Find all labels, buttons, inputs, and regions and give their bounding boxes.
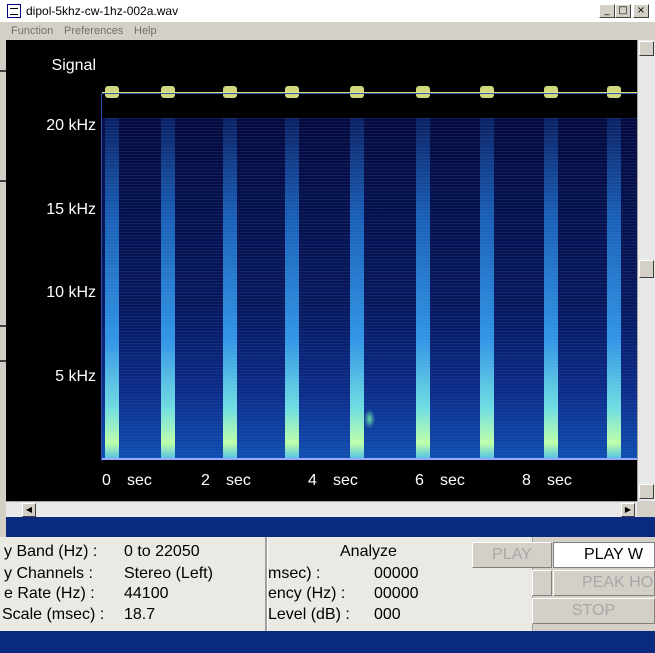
time-unit-label: sec — [333, 472, 358, 489]
spectral-burst — [416, 118, 430, 460]
analyze-time-label: msec) : — [268, 565, 321, 582]
menu-preferences[interactable]: Preferences — [64, 25, 123, 37]
time-scale-value: 18.7 — [124, 606, 156, 623]
analyze-level-value: 000 — [374, 606, 401, 623]
signal-pulse — [105, 86, 119, 98]
maximize-button[interactable]: □ — [615, 4, 631, 18]
signal-label: Signal — [51, 57, 96, 74]
spectral-burst — [480, 118, 494, 460]
signal-pulse — [480, 86, 494, 98]
scroll-up-button[interactable] — [639, 41, 654, 56]
spectral-burst — [223, 118, 237, 460]
play-w-button[interactable]: PLAY W — [553, 542, 655, 568]
time-unit-label: sec — [440, 472, 465, 489]
spectrum-area — [102, 118, 637, 460]
analyze-frequency-value: 00000 — [374, 585, 419, 602]
play-button[interactable]: PLAY — [472, 542, 552, 568]
freq-label-5khz: 5 kHz — [55, 368, 96, 385]
menu-bar: Function Preferences Help — [0, 22, 655, 40]
analyze-level-label: Level (dB) : — [268, 606, 350, 623]
spectral-burst — [544, 118, 558, 460]
scroll-left-button[interactable]: ◀ — [22, 503, 36, 517]
scroll-right-button[interactable]: ▶ — [621, 503, 635, 517]
signal-pulse — [161, 86, 175, 98]
signal-pulse — [607, 86, 621, 98]
scroll-down-button[interactable] — [639, 484, 654, 499]
time-label: 4 — [308, 472, 317, 489]
spectral-burst — [105, 118, 119, 460]
time-label: 2 — [201, 472, 210, 489]
spectral-burst — [285, 118, 299, 460]
analyze-time-value: 00000 — [374, 565, 419, 582]
title-bar: dipol-5khz-cw-1hz-002a.wav _ □ × — [0, 0, 655, 23]
signal-pulse — [544, 86, 558, 98]
vertical-scrollbar[interactable] — [637, 40, 655, 501]
sample-rate-label: e Rate (Hz) : — [4, 585, 95, 602]
freq-label-10khz: 10 kHz — [46, 284, 96, 301]
time-unit-label: sec — [127, 472, 152, 489]
spectrum-baseline — [102, 458, 637, 460]
sample-rate-value: 44100 — [124, 585, 169, 602]
time-unit-label: sec — [226, 472, 251, 489]
freq-label-15khz: 15 kHz — [46, 201, 96, 218]
spectral-burst — [607, 118, 621, 460]
peak-hold-button[interactable]: PEAK HO — [553, 570, 655, 596]
signal-pulse — [416, 86, 430, 98]
menu-help[interactable]: Help — [134, 25, 157, 37]
spectrogram-view[interactable]: Signal 20 kHz 15 kHz 10 kHz 5 kHz 0 sec … — [6, 40, 637, 501]
signal-pulse — [350, 86, 364, 98]
time-label: 0 — [102, 472, 111, 489]
frequency-band-label: y Band (Hz) : — [4, 543, 98, 560]
bottom-band — [0, 631, 655, 653]
minimize-button[interactable]: _ — [599, 4, 615, 18]
analyze-title: Analyze — [340, 543, 397, 560]
signal-separator — [101, 93, 637, 94]
horizontal-scrollbar[interactable]: ◀ ▶ — [6, 501, 637, 517]
time-label: 6 — [415, 472, 424, 489]
frequency-band-value: 0 to 22050 — [124, 543, 200, 560]
status-band — [6, 517, 655, 537]
close-button[interactable]: × — [633, 4, 649, 18]
stop-button[interactable]: STOP — [532, 598, 655, 624]
window-title: dipol-5khz-cw-1hz-002a.wav — [26, 4, 179, 18]
spectral-burst — [161, 118, 175, 460]
app-icon — [7, 4, 21, 18]
time-label: 8 — [522, 472, 531, 489]
time-unit-label: sec — [547, 472, 572, 489]
time-scale-label: Scale (msec) : — [2, 606, 105, 623]
signal-pulse — [223, 86, 237, 98]
scroll-thumb[interactable] — [639, 260, 654, 278]
spectral-burst — [350, 118, 364, 460]
signal-pulse — [285, 86, 299, 98]
menu-function[interactable]: Function — [11, 25, 53, 37]
freq-label-20khz: 20 kHz — [46, 117, 96, 134]
channels-value: Stereo (Left) — [124, 565, 213, 582]
channels-label: y Channels : — [4, 565, 93, 582]
partial-button[interactable] — [532, 570, 552, 596]
analyze-frequency-label: ency (Hz) : — [268, 585, 346, 602]
